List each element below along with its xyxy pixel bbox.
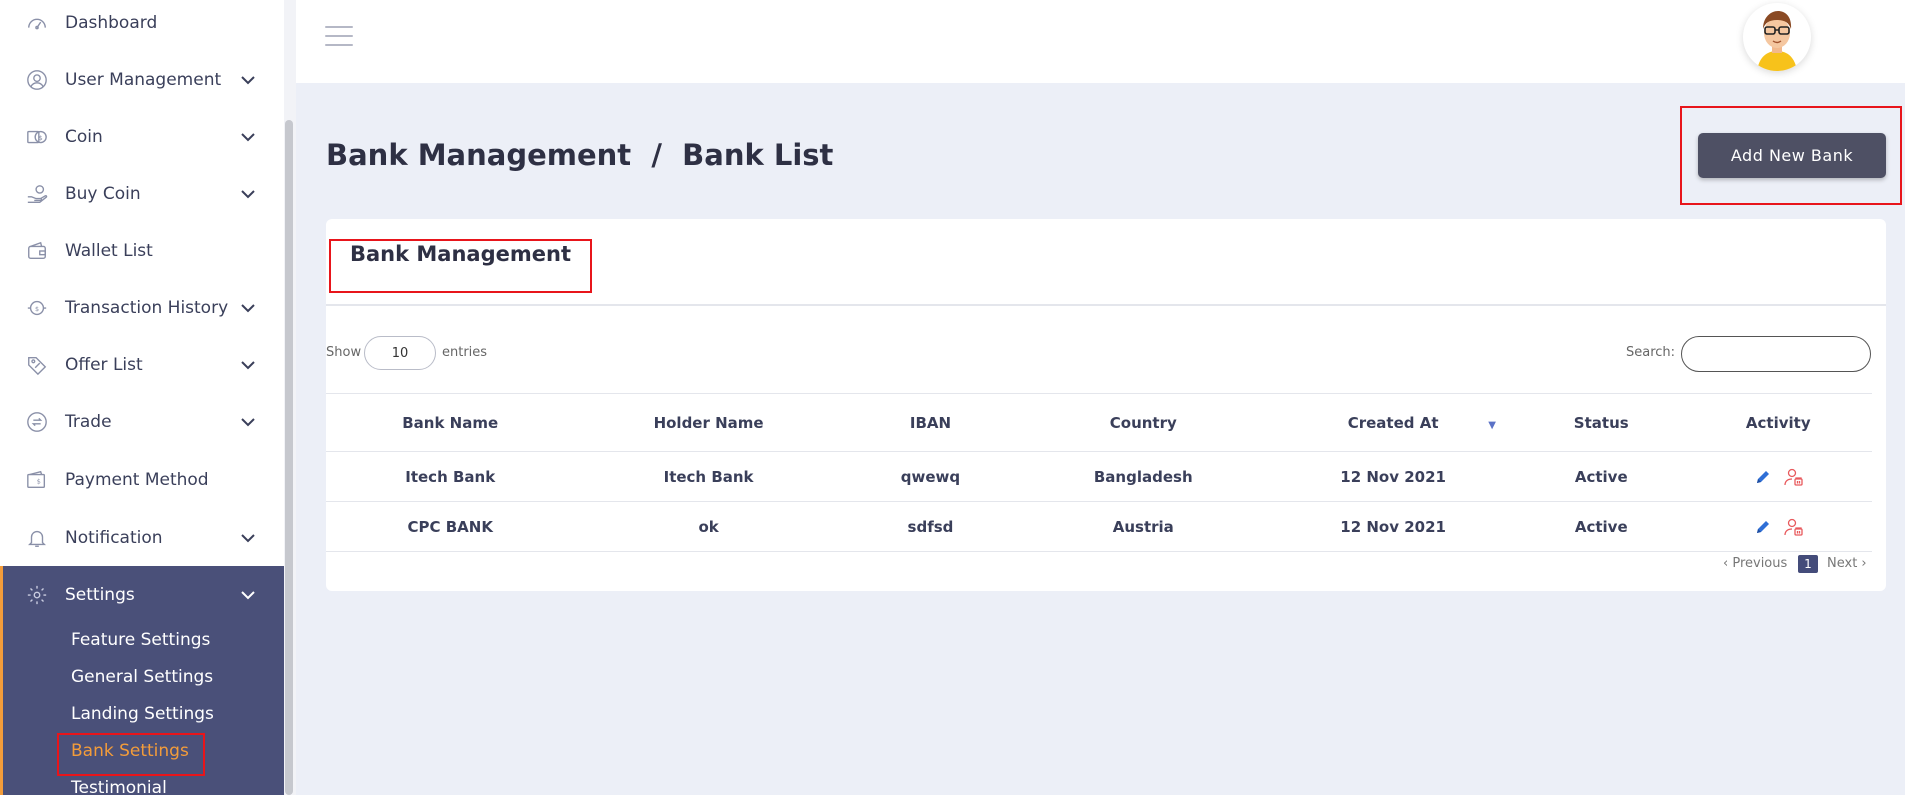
- exchange-icon: $: [24, 295, 50, 321]
- page-title: Bank Management / Bank List: [326, 138, 834, 172]
- chevron-down-icon: [238, 585, 258, 605]
- coin-icon: $: [24, 124, 50, 150]
- cell-iban: sdfsd: [842, 501, 1019, 552]
- sidebar-item-label: Payment Method: [65, 470, 209, 490]
- sidebar-item-user-management[interactable]: User Management: [0, 60, 284, 100]
- hand-coin-icon: [24, 181, 50, 207]
- bell-icon: [24, 525, 50, 551]
- pagination-page-1[interactable]: 1: [1798, 555, 1818, 573]
- column-header-status[interactable]: Status: [1517, 393, 1685, 452]
- chevron-down-icon: [238, 355, 258, 375]
- entries-select[interactable]: 10: [364, 336, 436, 370]
- sidebar-subitem-bank-settings[interactable]: Bank Settings: [71, 741, 189, 761]
- cell-bank-name: CPC BANK: [326, 501, 575, 552]
- dashboard-icon: [24, 10, 50, 36]
- gear-icon: [24, 582, 50, 608]
- wallet-icon: [24, 238, 50, 264]
- column-header-bank-name[interactable]: Bank Name: [326, 393, 575, 452]
- pagination-next[interactable]: Next ›: [1827, 556, 1867, 571]
- column-header-created-at[interactable]: Created At ▼: [1268, 393, 1518, 452]
- sidebar-item-settings[interactable]: Settings: [0, 575, 284, 615]
- sidebar-subitem-feature-settings[interactable]: Feature Settings: [71, 630, 210, 650]
- add-new-bank-button[interactable]: Add New Bank: [1698, 133, 1886, 178]
- sidebar-subitem-general-settings[interactable]: General Settings: [71, 667, 213, 687]
- sidebar-item-trade[interactable]: Trade: [0, 402, 284, 442]
- payment-icon: $: [24, 467, 50, 493]
- sidebar-item-label: Buy Coin: [65, 184, 141, 204]
- settings-section: Settings Feature Settings General Settin…: [0, 566, 284, 795]
- chevron-down-icon: [238, 70, 258, 90]
- sidebar-item-label: Wallet List: [65, 241, 153, 261]
- svg-text:$: $: [39, 134, 43, 142]
- sidebar-item-label: Settings: [65, 585, 135, 605]
- cell-status: Active: [1517, 451, 1685, 502]
- table-row: Itech Bank Itech Bank qwewq Bangladesh 1…: [326, 451, 1872, 502]
- sidebar-item-label: Coin: [65, 127, 103, 147]
- chevron-down-icon: [238, 127, 258, 147]
- column-header-iban[interactable]: IBAN: [842, 393, 1019, 452]
- sidebar-item-offer-list[interactable]: Offer List: [0, 345, 284, 385]
- chevron-down-icon: [238, 412, 258, 432]
- delete-user-icon[interactable]: [1783, 466, 1805, 488]
- svg-text:$: $: [37, 478, 41, 486]
- user-circle-icon: [24, 67, 50, 93]
- table-header-row: Bank Name Holder Name IBAN Country Creat…: [326, 393, 1872, 452]
- avatar[interactable]: [1743, 3, 1811, 71]
- chevron-down-icon: [238, 528, 258, 548]
- search-input[interactable]: [1681, 336, 1871, 372]
- sidebar-item-notification[interactable]: Notification: [0, 518, 284, 558]
- show-label: Show: [326, 345, 362, 360]
- sidebar-item-coin[interactable]: $ Coin: [0, 117, 284, 157]
- sidebar-subitem-landing-settings[interactable]: Landing Settings: [71, 704, 214, 724]
- chevron-down-icon: [238, 298, 258, 318]
- edit-icon[interactable]: [1752, 516, 1774, 538]
- cell-activity: [1684, 451, 1872, 502]
- menu-toggle-icon[interactable]: [325, 26, 353, 48]
- sidebar-item-buy-coin[interactable]: Buy Coin: [0, 174, 284, 214]
- cell-status: Active: [1517, 501, 1685, 552]
- sidebar-item-label: Trade: [65, 412, 112, 432]
- cell-holder-name: ok: [574, 501, 843, 552]
- delete-user-icon[interactable]: [1783, 516, 1805, 538]
- tag-icon: [24, 352, 50, 378]
- sidebar-item-label: Transaction History: [65, 298, 229, 318]
- edit-icon[interactable]: [1752, 466, 1774, 488]
- cell-created-at: 12 Nov 2021: [1268, 501, 1518, 552]
- search-label: Search:: [1626, 345, 1676, 360]
- sidebar-item-label: Dashboard: [65, 13, 158, 33]
- column-header-country[interactable]: Country: [1018, 393, 1269, 452]
- pagination-previous[interactable]: ‹ Previous: [1723, 556, 1787, 571]
- cell-created-at: 12 Nov 2021: [1268, 451, 1518, 502]
- cell-bank-name: Itech Bank: [326, 451, 575, 502]
- entries-label: entries: [442, 345, 488, 360]
- card-title: Bank Management: [350, 242, 571, 266]
- top-bar: [296, 0, 1905, 83]
- divider: [326, 304, 1886, 306]
- sidebar-item-wallet-list[interactable]: Wallet List: [0, 231, 284, 271]
- chevron-down-icon: [238, 184, 258, 204]
- sidebar-item-label: User Management: [65, 70, 222, 90]
- sidebar-item-label: Notification: [65, 528, 163, 548]
- cell-country: Bangladesh: [1018, 451, 1269, 502]
- column-header-label: Created At: [1347, 413, 1439, 432]
- sidebar-item-transaction-history[interactable]: $ Transaction History: [0, 288, 284, 328]
- trade-icon: [24, 409, 50, 435]
- cell-iban: qwewq: [842, 451, 1019, 502]
- bank-management-card: Bank Management Show 10 entries Search: …: [326, 219, 1886, 591]
- sidebar: Dashboard User Management $ Coin Buy Coi…: [0, 0, 284, 795]
- table-row: CPC BANK ok sdfsd Austria 12 Nov 2021 Ac…: [326, 501, 1872, 552]
- bank-table: Bank Name Holder Name IBAN Country Creat…: [326, 393, 1872, 552]
- cell-activity: [1684, 501, 1872, 552]
- column-header-holder-name[interactable]: Holder Name: [574, 393, 843, 452]
- sidebar-item-payment-method[interactable]: $ Payment Method: [0, 460, 284, 500]
- column-header-activity[interactable]: Activity: [1684, 393, 1872, 452]
- cell-holder-name: Itech Bank: [574, 451, 843, 502]
- sidebar-subitem-testimonial[interactable]: Testimonial: [71, 778, 167, 795]
- sort-desc-icon: ▼: [1488, 420, 1496, 431]
- cell-country: Austria: [1018, 501, 1269, 552]
- sidebar-item-label: Offer List: [65, 355, 143, 375]
- svg-text:$: $: [35, 305, 39, 313]
- sidebar-item-dashboard[interactable]: Dashboard: [0, 3, 284, 43]
- sidebar-scrollbar-thumb[interactable]: [285, 120, 293, 795]
